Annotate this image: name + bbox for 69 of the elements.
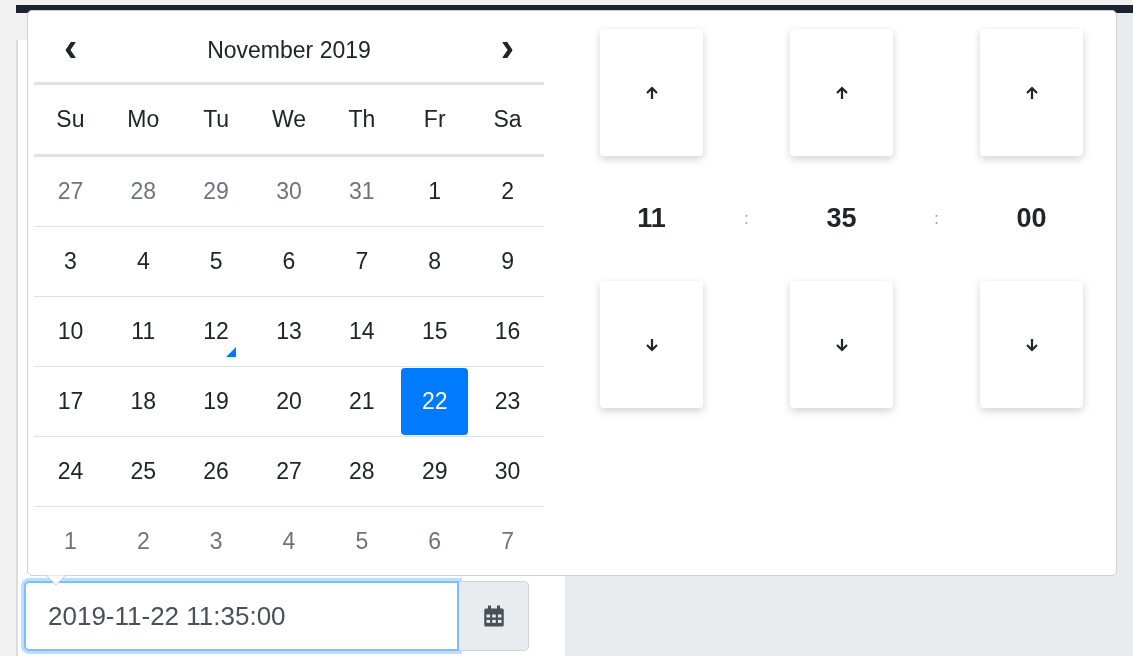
day-cell[interactable]: 15	[401, 298, 469, 365]
day-cell[interactable]: 13	[255, 298, 323, 365]
calendar-icon	[481, 604, 506, 628]
weekday-label: Fr	[422, 105, 447, 134]
day-cell[interactable]: 28	[109, 158, 177, 225]
day-cell[interactable]: 9	[474, 228, 541, 295]
time-value[interactable]: 35	[826, 156, 857, 281]
day-cell[interactable]: 24	[37, 438, 104, 505]
time-separator: :	[744, 209, 749, 228]
time-separator: :	[934, 209, 939, 228]
month-title: November 2019	[207, 37, 371, 64]
increment-button[interactable]	[790, 29, 893, 156]
day-cell[interactable]: 20	[255, 368, 323, 435]
down-arrow-icon	[1023, 336, 1040, 353]
day-cell[interactable]: 21	[328, 368, 396, 435]
day-cell[interactable]: 5	[328, 508, 396, 575]
day-cell[interactable]: 5	[182, 228, 250, 295]
day-cell[interactable]: 7	[474, 508, 541, 575]
day-cell[interactable]: 19	[182, 368, 250, 435]
calendar-button[interactable]	[459, 581, 529, 651]
decrement-button[interactable]	[980, 281, 1083, 408]
day-cell[interactable]: 11	[109, 298, 177, 365]
day-cell[interactable]: 3	[182, 508, 250, 575]
day-cell[interactable]: 7	[328, 228, 396, 295]
day-cell[interactable]: 10	[37, 298, 104, 365]
day-cell[interactable]: 23	[474, 368, 541, 435]
decrement-button[interactable]	[790, 281, 893, 408]
day-cell[interactable]: 2	[109, 508, 177, 575]
weekday-label: Sa	[492, 105, 523, 134]
down-arrow-icon	[643, 336, 660, 353]
time-value[interactable]: 11	[637, 156, 666, 281]
day-cell[interactable]: 30	[255, 158, 323, 225]
day-cell[interactable]: 14	[328, 298, 396, 365]
day-cell[interactable]: 27	[37, 158, 104, 225]
weekday-label: Mo	[126, 105, 161, 134]
day-cell[interactable]: 6	[401, 508, 469, 575]
day-cell[interactable]: 6	[255, 228, 323, 295]
day-cell[interactable]: 8	[401, 228, 469, 295]
increment-button[interactable]	[600, 29, 703, 156]
day-cell[interactable]: 26	[182, 438, 250, 505]
time-value[interactable]: 00	[1016, 156, 1047, 281]
increment-button[interactable]	[980, 29, 1083, 156]
day-cell[interactable]: 31	[328, 158, 396, 225]
datetime-input[interactable]: 2019-11-22 11:35:00	[24, 581, 459, 651]
day-cell[interactable]: 17	[37, 368, 104, 435]
day-cell[interactable]: 4	[255, 508, 323, 575]
down-arrow-icon	[833, 336, 850, 353]
previous-month-button[interactable]: ‹	[56, 26, 86, 67]
day-cell[interactable]: 16	[474, 298, 541, 365]
weekday-label: Tu	[202, 105, 231, 134]
day-cell[interactable]: 1	[401, 158, 469, 225]
day-cell[interactable]: 29	[401, 438, 469, 505]
day-cell[interactable]: 27	[255, 438, 323, 505]
next-month-button[interactable]: ›	[492, 26, 522, 67]
day-cell[interactable]: 18	[109, 368, 177, 435]
day-cell[interactable]: 25	[109, 438, 177, 505]
day-cell[interactable]: 4	[109, 228, 177, 295]
day-cell[interactable]: 28	[328, 438, 396, 505]
day-cell[interactable]: 3	[37, 228, 104, 295]
weekday-label: Th	[347, 105, 377, 134]
weekday-label: Su	[55, 105, 86, 134]
weekday-label: We	[270, 105, 308, 134]
day-cell[interactable]: 29	[182, 158, 250, 225]
day-cell[interactable]: 22	[401, 368, 469, 435]
decrement-button[interactable]	[600, 281, 703, 408]
day-cell[interactable]: 1	[37, 508, 104, 575]
day-cell[interactable]: 30	[474, 438, 541, 505]
day-cell[interactable]: 12	[182, 298, 250, 365]
day-cell[interactable]: 2	[474, 158, 541, 225]
